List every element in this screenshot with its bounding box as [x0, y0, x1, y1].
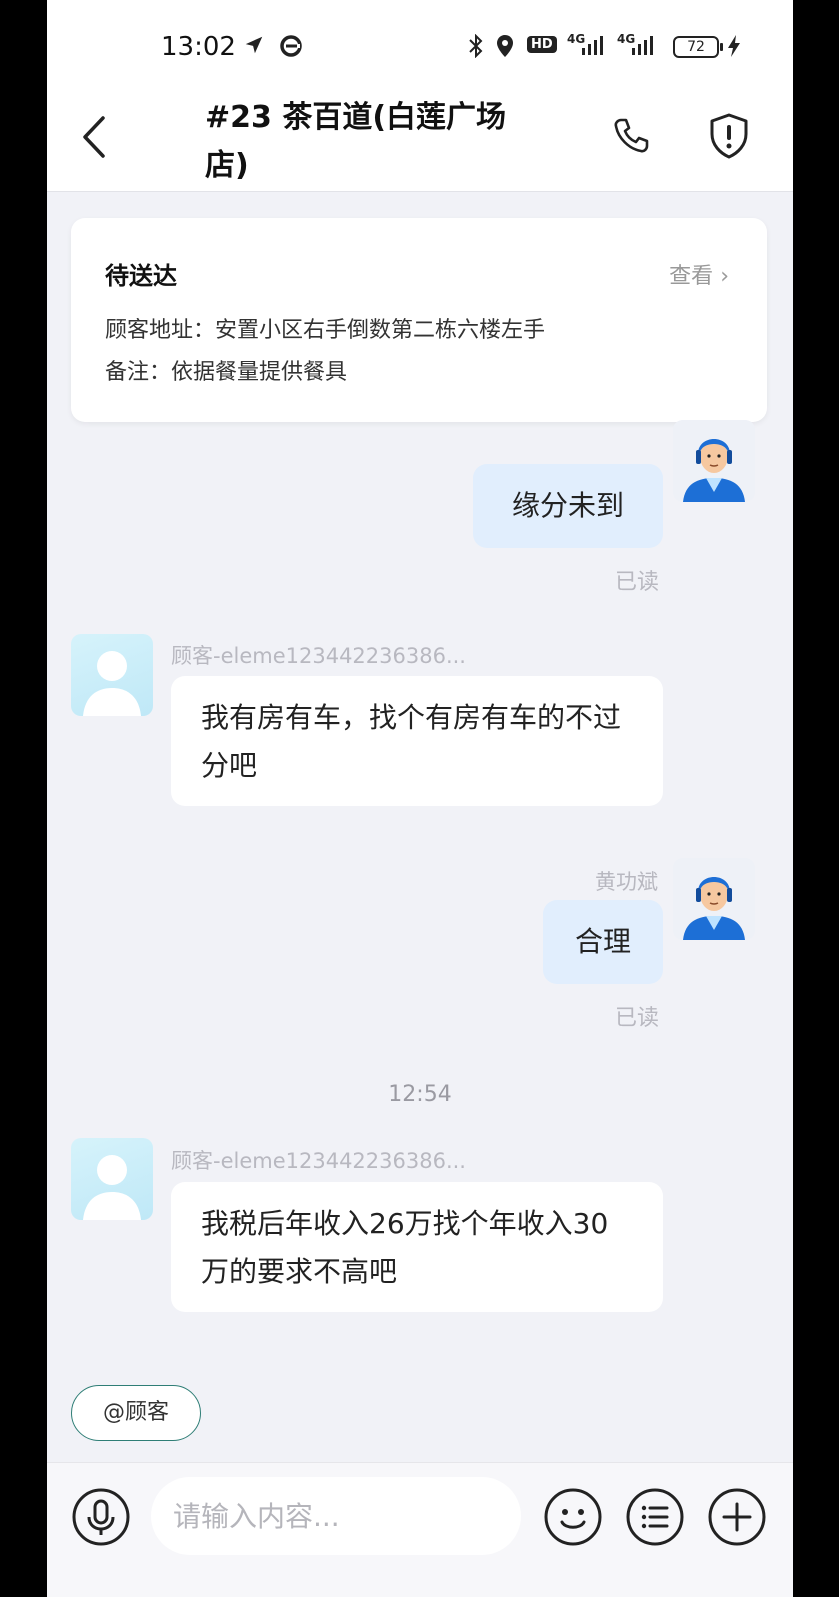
location-arrow-icon — [245, 36, 263, 54]
eleme-logo-icon — [280, 35, 302, 57]
chevron-right-icon: › — [720, 264, 729, 289]
message-bubble-in[interactable]: 我税后年收入26万找个年收入30万的要求不高吧 — [171, 1182, 663, 1312]
address-line: 顾客地址：安置小区右手倒数第二栋六楼左手 — [105, 312, 545, 344]
user-placeholder-icon — [83, 651, 141, 716]
location-pin-icon — [497, 35, 513, 57]
signal-bars-2-icon — [632, 36, 653, 55]
rider-avatar[interactable] — [673, 858, 755, 940]
read-receipt: 已读 — [615, 1006, 660, 1031]
chat-screen: 13:02 HD 4G 4G 72 #23 茶百道(白莲广场店) 待送达 查看 … — [47, 0, 793, 1597]
sender-name: 黄功斌 — [595, 870, 658, 894]
message-bubble-out[interactable]: 合理 — [543, 900, 663, 984]
rider-avatar[interactable] — [673, 420, 755, 502]
hd-badge: HD — [527, 36, 557, 53]
smiley-icon[interactable] — [543, 1487, 603, 1547]
address-value: 安置小区右手倒数第二栋六楼左手 — [215, 318, 546, 343]
rider-avatar-image — [673, 420, 755, 502]
battery-indicator: 72 — [673, 36, 723, 58]
microphone-icon[interactable] — [71, 1487, 131, 1547]
status-time: 13:02 — [161, 32, 236, 62]
customer-avatar[interactable] — [71, 634, 153, 716]
status-bar: 13:02 HD 4G 4G 72 — [47, 0, 793, 92]
page-title: #23 茶百道(白莲广场店) — [205, 100, 507, 183]
back-button[interactable] — [75, 112, 115, 162]
order-info-card[interactable]: 待送达 查看 › 顾客地址：安置小区右手倒数第二栋六楼左手 备注：依据餐量提供餐… — [71, 218, 767, 422]
charging-icon — [728, 35, 740, 57]
note-label: 备注： — [105, 360, 172, 385]
sender-name: 顾客-eleme123442236386... — [171, 644, 466, 668]
sender-name: 顾客-eleme123442236386... — [171, 1149, 466, 1173]
list-menu-icon[interactable] — [625, 1487, 685, 1547]
order-status: 待送达 — [105, 262, 177, 290]
message-input[interactable] — [151, 1477, 521, 1555]
message-bubble-out[interactable]: 缘分未到 — [473, 464, 663, 548]
message-bubble-in[interactable]: 我有房有车，找个有房有车的不过分吧 — [171, 676, 663, 806]
phone-icon[interactable] — [609, 114, 653, 158]
customer-avatar[interactable] — [71, 1138, 153, 1220]
note-line: 备注：依据餐量提供餐具 — [105, 354, 347, 386]
chat-header: #23 茶百道(白莲广场店) — [47, 92, 793, 192]
address-label: 顾客地址： — [105, 318, 216, 343]
signal-bars-icon — [582, 36, 603, 55]
rider-avatar-image — [673, 858, 755, 940]
shield-alert-icon[interactable] — [707, 112, 751, 160]
note-value: 依据餐量提供餐具 — [171, 360, 348, 385]
user-placeholder-icon — [83, 1155, 141, 1220]
plus-icon[interactable] — [707, 1487, 767, 1547]
message-timestamp: 12:54 — [388, 1082, 452, 1107]
message-input-bar — [47, 1462, 793, 1597]
read-receipt: 已读 — [615, 570, 660, 595]
view-order-link[interactable]: 查看 › — [669, 258, 729, 290]
mention-customer-chip[interactable]: @顾客 — [71, 1385, 201, 1441]
bluetooth-icon — [469, 34, 483, 58]
